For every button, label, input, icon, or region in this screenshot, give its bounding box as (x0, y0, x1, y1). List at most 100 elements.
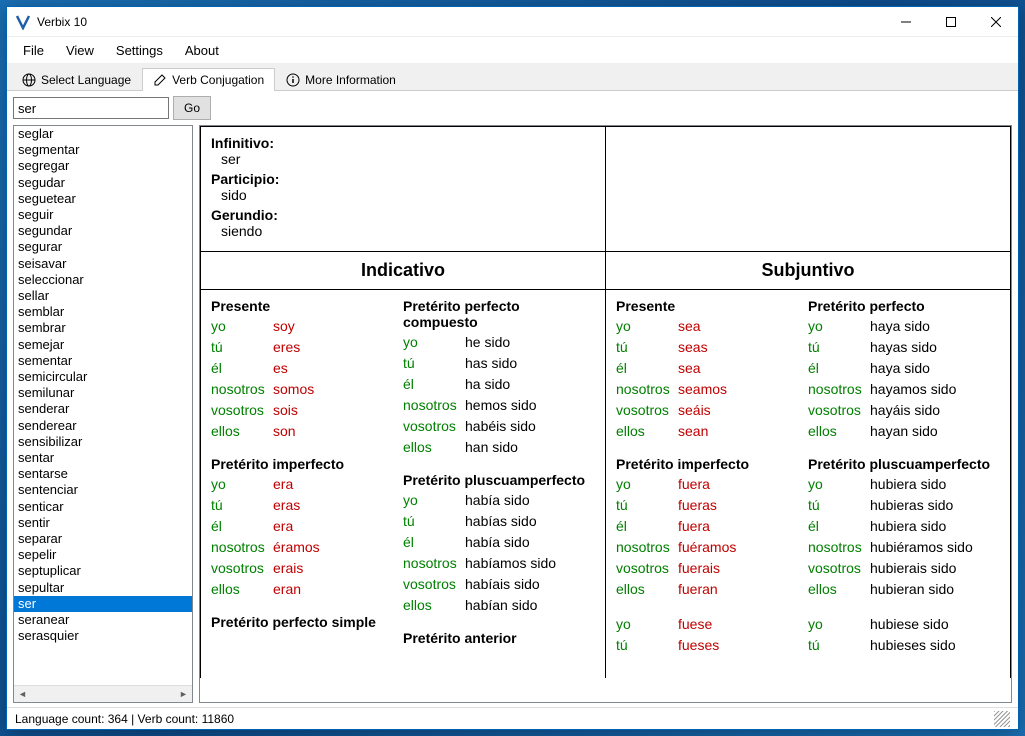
conjugation-panel[interactable]: Infinitivo: ser Participio: sido Gerundi… (199, 125, 1012, 703)
list-item[interactable]: segundar (14, 223, 192, 239)
list-item[interactable]: semejar (14, 337, 192, 353)
verb-form: eras (273, 495, 300, 516)
verb-form: hubieras sido (870, 495, 953, 516)
minimize-button[interactable] (883, 7, 928, 36)
list-item[interactable]: seguir (14, 207, 192, 223)
verb-form: sean (678, 421, 708, 442)
pronoun: ellos (808, 579, 870, 600)
verb-form: sois (273, 400, 298, 421)
verb-search-input[interactable] (13, 97, 169, 119)
verb-form: fueses (678, 635, 719, 656)
conjugation-row: vosotroshubierais sido (808, 558, 992, 579)
verb-form: era (273, 474, 293, 495)
menu-view[interactable]: View (56, 39, 104, 62)
list-item[interactable]: semicircular (14, 369, 192, 385)
tense-title: Pretérito imperfecto (616, 456, 800, 472)
list-item[interactable]: senticar (14, 499, 192, 515)
conjugation-row: túhas sido (403, 353, 587, 374)
verb-form: ha sido (465, 374, 510, 395)
tab-more-information[interactable]: More Information (275, 68, 407, 91)
list-item[interactable]: semilunar (14, 385, 192, 401)
infinitivo-value: ser (211, 151, 595, 167)
list-item[interactable]: semblar (14, 304, 192, 320)
list-item[interactable]: seranear (14, 612, 192, 628)
scroll-left-icon[interactable]: ◄ (14, 686, 31, 703)
verb-form: hayas sido (870, 337, 937, 358)
list-item[interactable]: sensibilizar (14, 434, 192, 450)
close-button[interactable] (973, 7, 1018, 36)
list-item[interactable]: seglar (14, 126, 192, 142)
conjugation-row: nosotrossomos (211, 379, 395, 400)
pronoun: ellos (808, 421, 870, 442)
menu-settings[interactable]: Settings (106, 39, 173, 62)
search-bar: Go (7, 91, 1018, 125)
list-item[interactable]: sentenciar (14, 482, 192, 498)
verb-form: has sido (465, 353, 517, 374)
verb-form: he sido (465, 332, 510, 353)
list-item[interactable]: segurar (14, 239, 192, 255)
list-item[interactable]: septuplicar (14, 563, 192, 579)
list-item[interactable]: segudar (14, 175, 192, 191)
list-item[interactable]: seleccionar (14, 272, 192, 288)
list-item[interactable]: sepultar (14, 580, 192, 596)
pronoun: nosotros (616, 379, 678, 400)
conjugation-row: nosotroshemos sido (403, 395, 587, 416)
resize-grip-icon[interactable] (994, 711, 1010, 727)
tense-title: Pretérito anterior (403, 630, 587, 646)
pronoun: tú (211, 495, 273, 516)
tab-label: Select Language (41, 73, 131, 87)
verb-form: hubieran sido (870, 579, 954, 600)
verb-form: fuerais (678, 558, 720, 579)
menu-about[interactable]: About (175, 39, 229, 62)
verb-list[interactable]: seglarsegmentarsegregarsegudarseguetears… (14, 126, 192, 685)
list-item[interactable]: sellar (14, 288, 192, 304)
conjugation-row: túhayas sido (808, 337, 992, 358)
list-item[interactable]: sepelir (14, 547, 192, 563)
pronoun: yo (403, 490, 465, 511)
pronoun: él (211, 516, 273, 537)
tense-title: Pretérito perfecto compuesto (403, 298, 587, 330)
status-text: Language count: 364 | Verb count: 11860 (15, 712, 234, 726)
tab-verb-conjugation[interactable]: Verb Conjugation (142, 68, 275, 91)
list-item[interactable]: serasquier (14, 628, 192, 644)
scroll-right-icon[interactable]: ► (175, 686, 192, 703)
menu-file[interactable]: File (13, 39, 54, 62)
tab-label: Verb Conjugation (172, 73, 264, 87)
list-item[interactable]: senderar (14, 401, 192, 417)
list-item[interactable]: sentir (14, 515, 192, 531)
list-item[interactable]: sementar (14, 353, 192, 369)
tense-title: Pretérito perfecto simple (211, 614, 395, 630)
gerundio-value: siendo (211, 223, 595, 239)
conjugation-row: ellosfueran (616, 579, 800, 600)
conjugation-row: élhabía sido (403, 532, 587, 553)
tab-select-language[interactable]: Select Language (11, 68, 142, 91)
list-item[interactable]: seguetear (14, 191, 192, 207)
list-item[interactable]: sembrar (14, 320, 192, 336)
conjugation-row: yohabía sido (403, 490, 587, 511)
list-item[interactable]: ser (14, 596, 192, 612)
infinitivo-label: Infinitivo: (211, 135, 595, 151)
go-button[interactable]: Go (173, 96, 211, 120)
horizontal-scrollbar[interactable]: ◄ ► (14, 685, 192, 702)
list-item[interactable]: separar (14, 531, 192, 547)
verb-form: había sido (465, 490, 530, 511)
verb-form: hayan sido (870, 421, 938, 442)
conjugation-row: vosotrosfuerais (616, 558, 800, 579)
verb-form: seáis (678, 400, 711, 421)
list-item[interactable]: segmentar (14, 142, 192, 158)
pronoun: ellos (403, 437, 465, 458)
verb-form: había sido (465, 532, 530, 553)
pronoun: él (211, 358, 273, 379)
list-item[interactable]: sentarse (14, 466, 192, 482)
list-item[interactable]: sentar (14, 450, 192, 466)
list-item[interactable]: segregar (14, 158, 192, 174)
verb-form: fueran (678, 579, 718, 600)
list-item[interactable]: senderear (14, 418, 192, 434)
list-item[interactable]: seisavar (14, 256, 192, 272)
conjugation-row: nosotrosseamos (616, 379, 800, 400)
verb-form: han sido (465, 437, 518, 458)
conjugation-row: yohubiese sido (808, 614, 992, 635)
tense-title: Presente (616, 298, 800, 314)
verb-form: hubiera sido (870, 474, 946, 495)
maximize-button[interactable] (928, 7, 973, 36)
